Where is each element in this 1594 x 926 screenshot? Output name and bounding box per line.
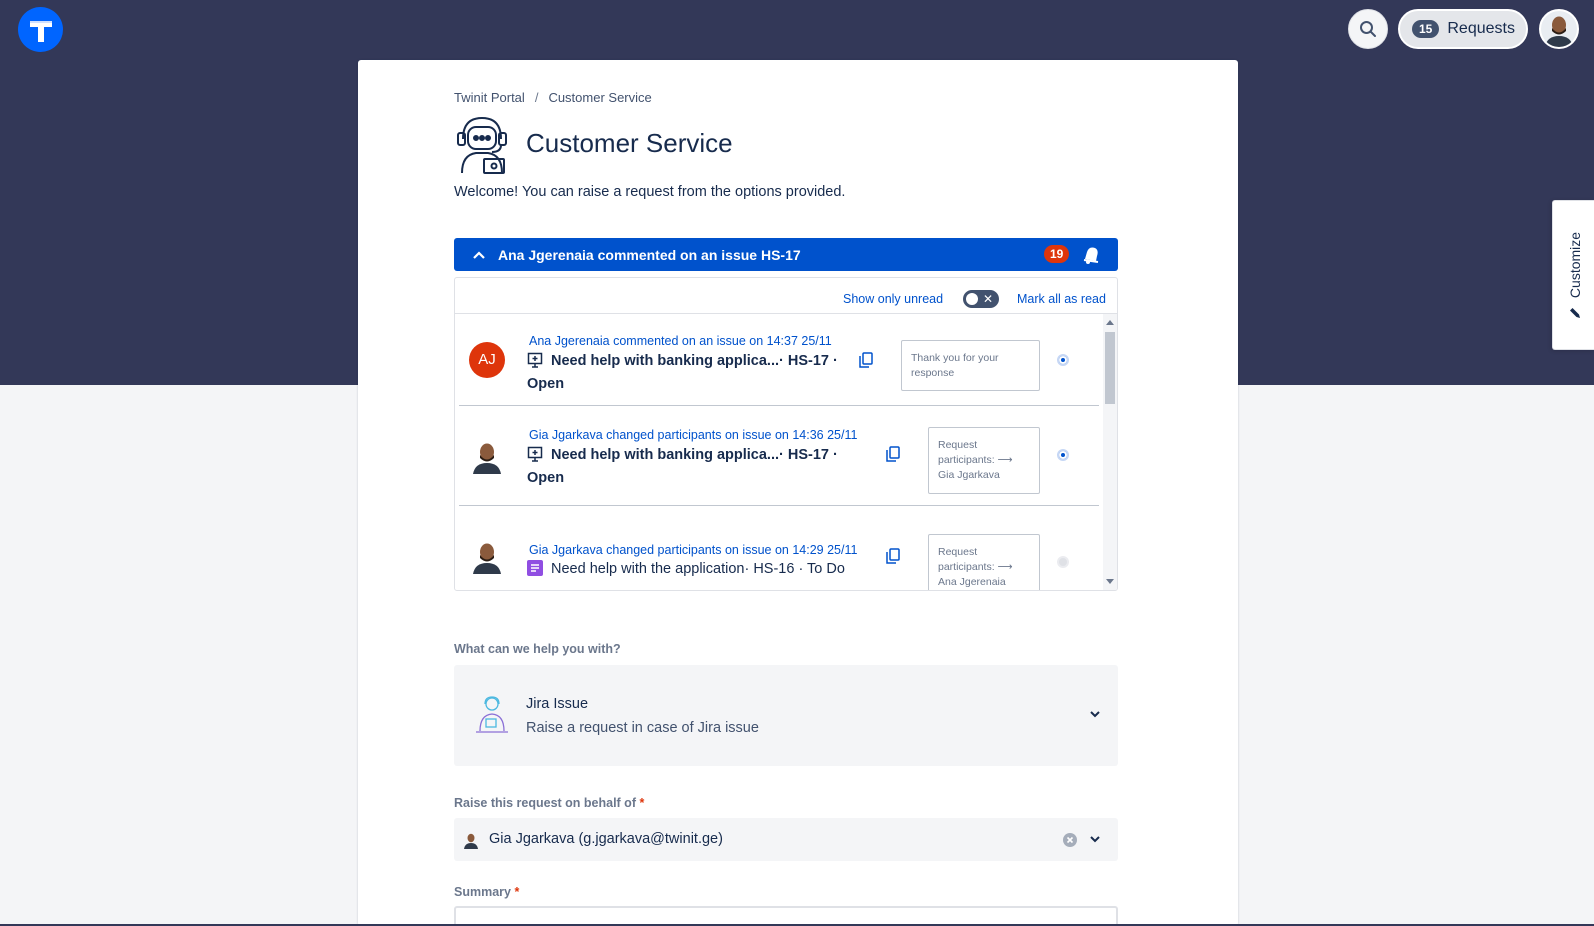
behalf-label-text: Raise this request on behalf of	[454, 796, 636, 810]
notification-title[interactable]: Gia Jgarkava changed participants on iss…	[529, 543, 857, 557]
read-dot-icon[interactable]	[1057, 556, 1069, 568]
notification-issue[interactable]: Need help with the application· HS-16 · …	[527, 558, 845, 581]
help-field-label: What can we help you with?	[454, 642, 621, 656]
behalf-select[interactable]: Gia Jgarkava (g.jgarkava@twinit.ge)	[454, 818, 1118, 861]
notification-item[interactable]: AJ Ana Jgerenaia commented on an issue o…	[459, 314, 1099, 406]
show-only-unread-label[interactable]: Show only unread	[843, 292, 943, 306]
breadcrumb-separator: /	[534, 90, 539, 105]
requests-button[interactable]: 15 Requests	[1398, 9, 1528, 49]
scroll-down-arrow[interactable]	[1106, 579, 1114, 584]
support-agent-icon	[476, 696, 508, 733]
search-button[interactable]	[1348, 9, 1388, 49]
user-avatar-icon	[473, 543, 501, 574]
notification-preview: Request participants: ⟶ Ana Jgerenaia	[928, 534, 1040, 590]
notification-issue-line1: Need help with the application· HS-16 · …	[551, 561, 845, 577]
main-card: Twinit Portal / Customer Service Custome…	[358, 60, 1238, 926]
request-type-description: Raise a request in case of Jira issue	[526, 720, 759, 736]
notifications-panel: Show only unread ✕ Mark all as read AJ A…	[454, 277, 1118, 591]
notification-issue-line1: Need help with banking applica...· HS-17…	[551, 447, 838, 463]
chevron-up-icon	[473, 250, 485, 259]
notification-preview: Request participants: ⟶ Gia Jgarkava	[928, 427, 1040, 494]
notification-issue-status: Open	[527, 376, 565, 392]
notification-preview: Thank you for your response	[901, 340, 1040, 391]
request-type-select[interactable]: Jira Issue Raise a request in case of Ji…	[454, 665, 1118, 766]
required-marker: *	[639, 796, 645, 810]
bell-icon	[1083, 247, 1099, 264]
scroll-thumb[interactable]	[1105, 332, 1115, 404]
toggle-knob	[966, 293, 978, 305]
notification-issue[interactable]: Need help with banking applica...· HS-17…	[527, 350, 838, 396]
show-only-unread-toggle[interactable]: ✕	[963, 290, 999, 308]
summary-label-text: Summary	[454, 885, 511, 899]
requests-label: Requests	[1447, 20, 1515, 37]
summary-input[interactable]	[454, 906, 1118, 926]
pencil-icon	[1570, 308, 1580, 319]
unread-dot-icon[interactable]	[1057, 449, 1069, 461]
breadcrumb: Twinit Portal / Customer Service	[454, 90, 652, 105]
user-avatar-icon	[1541, 11, 1577, 47]
breadcrumb-portal-link[interactable]: Twinit Portal	[454, 90, 525, 105]
summary-field-label: Summary *	[454, 885, 519, 899]
behalf-value: Gia Jgarkava (g.jgarkava@twinit.ge)	[489, 831, 723, 847]
unread-dot-icon[interactable]	[1057, 354, 1069, 366]
search-icon	[1360, 21, 1376, 37]
notifications-list: AJ Ana Jgerenaia commented on an issue o…	[459, 314, 1099, 590]
notification-title[interactable]: Ana Jgerenaia commented on an issue on 1…	[529, 334, 832, 348]
notification-issue[interactable]: Need help with banking applica...· HS-17…	[527, 444, 838, 490]
breadcrumb-current-link[interactable]: Customer Service	[548, 90, 651, 105]
scroll-up-arrow[interactable]	[1106, 320, 1114, 325]
chevron-down-icon[interactable]	[1088, 709, 1102, 719]
toggle-off-icon: ✕	[982, 292, 993, 306]
welcome-text: Welcome! You can raise a request from th…	[454, 184, 846, 200]
twinit-logo-icon[interactable]	[18, 7, 63, 52]
notification-issue-line1: Need help with banking applica...· HS-17…	[551, 353, 838, 369]
issue-type-icon	[527, 446, 543, 462]
notification-item[interactable]: Gia Jgarkava changed participants on iss…	[459, 506, 1099, 590]
avatar	[469, 438, 505, 474]
requests-count-badge: 15	[1412, 20, 1440, 38]
customize-label: Customize	[1567, 231, 1583, 299]
request-type-title: Jira Issue	[526, 696, 589, 712]
issue-type-icon	[527, 352, 543, 368]
notification-issue-status: Open	[527, 470, 565, 486]
user-avatar-icon	[464, 833, 478, 849]
mark-all-read-link[interactable]: Mark all as read	[1017, 292, 1106, 306]
avatar	[469, 538, 505, 574]
notification-item[interactable]: Gia Jgarkava changed participants on iss…	[459, 406, 1099, 506]
support-agent-icon	[457, 116, 507, 174]
copy-icon[interactable]	[859, 352, 873, 368]
user-avatar-icon	[473, 443, 501, 474]
issue-type-icon	[527, 560, 543, 576]
clear-icon[interactable]	[1062, 832, 1078, 848]
customize-tab[interactable]: Customize	[1552, 200, 1594, 350]
notifications-count-badge: 19	[1044, 245, 1070, 263]
avatar: AJ	[469, 342, 505, 378]
page-title: Customer Service	[526, 128, 733, 158]
notifications-header-text: Ana Jgerenaia commented on an issue HS-1…	[498, 246, 801, 263]
notifications-controls: Show only unread ✕ Mark all as read	[455, 278, 1117, 314]
notifications-header[interactable]: Ana Jgerenaia commented on an issue HS-1…	[454, 238, 1118, 271]
copy-icon[interactable]	[886, 446, 900, 462]
user-avatar[interactable]	[1539, 9, 1579, 49]
required-marker: *	[514, 885, 520, 899]
behalf-field-label: Raise this request on behalf of *	[454, 796, 644, 810]
copy-icon[interactable]	[886, 548, 900, 564]
chevron-down-icon[interactable]	[1088, 834, 1102, 844]
notifications-scrollbar[interactable]	[1103, 314, 1117, 590]
notification-title[interactable]: Gia Jgarkava changed participants on iss…	[529, 428, 857, 442]
